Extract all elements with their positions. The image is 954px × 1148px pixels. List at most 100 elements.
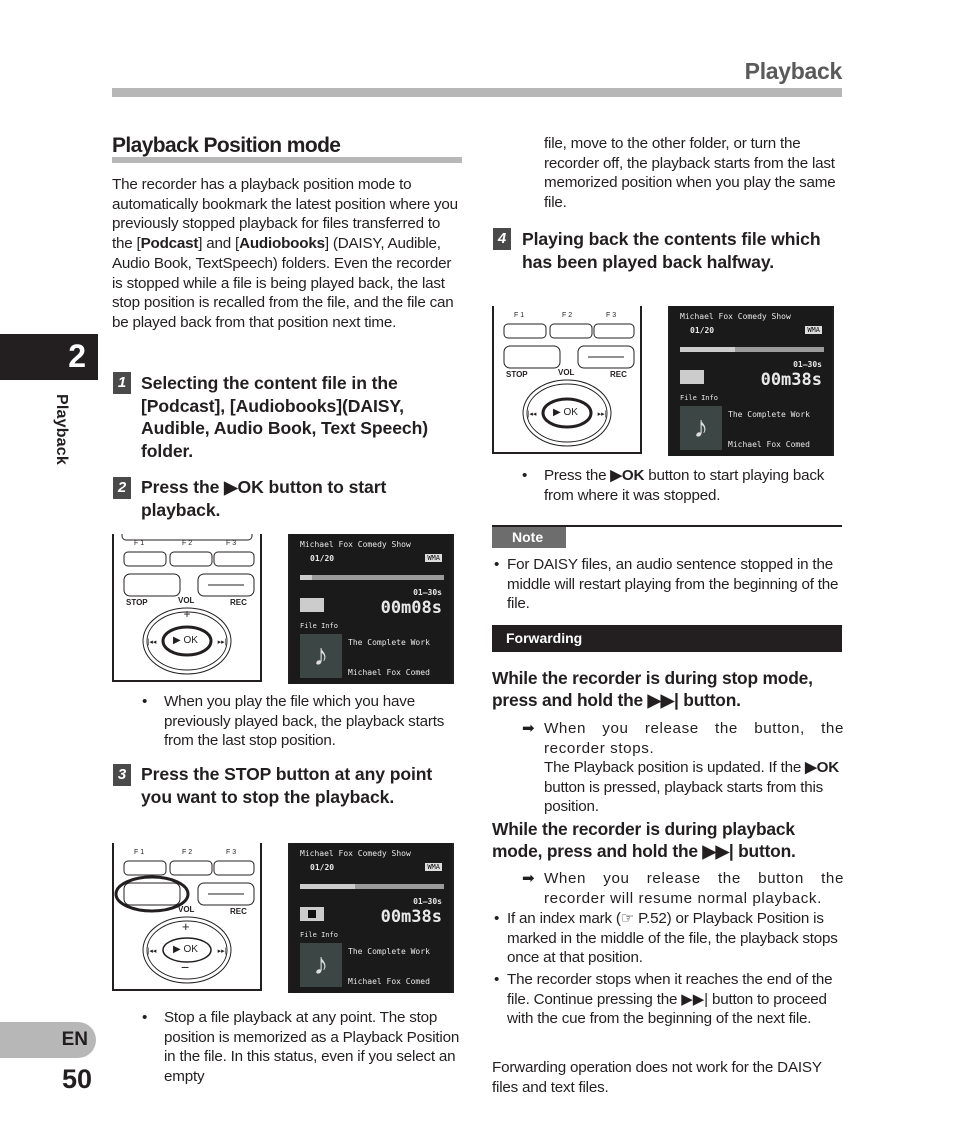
artist-name: Michael Fox Comed [728,440,810,449]
svg-text:▸▸|: ▸▸| [218,948,227,955]
file-info-label: File Info [300,931,338,939]
stop-label: STOP [126,598,148,607]
step-4-text: Playing back the contents file which has… [522,229,821,272]
arrow-icon: ➡ [522,870,535,887]
f3-label: F 3 [606,312,617,319]
elapsed-time: 00m08s [380,598,442,618]
rec-label: REC [230,907,247,916]
f2-label: F 2 [182,540,193,547]
format-badge: WMA [425,863,442,871]
chapter-number: 2 [68,338,86,374]
recorder-illustration: |◂◂ ▸▸| F 1 F 2 F 3 STOP VOL REC ▶ OK [492,306,642,454]
artist-name: Michael Fox Comed [348,977,430,986]
note-label: Note [492,527,566,548]
intro-text: ] and [ [198,235,240,253]
forwarding-bullet-1: If an index mark (☞ P.52) or Playback Po… [507,910,838,967]
vol-label: VOL [178,905,195,914]
play-state-icon [680,370,704,384]
svg-text:|◂◂: |◂◂ [148,639,157,646]
stop-mode-heading: While the recorder is during stop mode, … [492,668,813,710]
playback-mode-heading: While the recorder is during playback mo… [492,819,796,861]
forwarding-footer-note: Forwarding operation does not work for t… [492,1059,822,1096]
stop-mode-result-2: The Playback position is updated. If the… [544,759,839,816]
step-1-text: Selecting the content file in the [Podca… [141,373,429,461]
volume-up-label: + [182,919,190,934]
f3-label: F 3 [226,849,237,856]
bullet: • [494,971,500,988]
forwarding-header: Forwarding [492,625,842,652]
vol-label: VOL [178,596,195,605]
file-info-label: File Info [680,394,718,402]
folder-name: Michael Fox Comedy Show [300,849,411,858]
stop-state-icon [300,907,324,921]
progress-bar [680,347,824,352]
stop-key-label: STOP [224,764,271,784]
vol-label: VOL [558,368,575,377]
f2-label: F 2 [562,312,573,319]
language-tab: EN [0,1022,96,1058]
step-number: 1 [113,372,131,394]
header-rule [112,88,842,97]
music-note-icon: ♪ [300,943,342,987]
note-text: For DAISY files, an audio sentence stopp… [507,556,839,613]
step-3-continued-text: file, move to the other folder, or turn … [544,135,836,212]
svg-text:|◂◂: |◂◂ [148,948,157,955]
track-number: 01/20 [310,863,335,872]
chapter-label: Playback [53,394,70,465]
stop-label: STOP [506,370,528,379]
ok-key-label: ▶OK [805,759,839,776]
total-time: 01–30s [793,360,822,369]
bullet: • [494,910,500,927]
song-title: The Complete Work [728,410,810,419]
arrow-icon: ➡ [522,720,535,737]
step-number: 2 [113,477,131,499]
section-title: Playback Position mode [112,134,341,157]
svg-text:+: + [183,607,190,621]
folder-name: Michael Fox Comedy Show [300,540,411,549]
progress-bar [300,884,444,889]
running-header: Playback [744,58,843,84]
section-rule [112,157,462,163]
step-2-bullet-text: When you play the file which you have pr… [164,693,445,750]
progress-bar [300,575,444,580]
format-badge: WMA [425,554,442,562]
rec-label: REC [230,598,247,607]
svg-text:|◂◂: |◂◂ [528,411,537,418]
step-3-bullet-text: Stop a file playback at any point. The s… [164,1009,460,1086]
step-number: 3 [113,764,131,786]
ok-button-label: ▶ OK [173,635,198,646]
rec-label: REC [610,370,627,379]
format-badge: WMA [805,326,822,334]
volume-down-label: − [181,959,190,975]
lcd-screen: Michael Fox Comedy Show 01/20 WMA 01–30s… [668,306,834,456]
note-bullet: • [494,556,500,573]
chapter-tab: 2 [0,334,98,380]
f2-label: F 2 [182,849,193,856]
total-time: 01–30s [413,588,442,597]
step-2-text: Press the ▶OK button to start playback. [141,477,387,520]
song-title: The Complete Work [348,947,430,956]
language-label: EN [61,1029,88,1050]
step-4-bullet-text: Press the ▶OK button to start playing ba… [544,467,825,504]
artist-name: Michael Fox Comed [348,668,430,677]
f1-label: F 1 [134,849,145,856]
step-number: 4 [493,228,511,250]
ok-button-label: ▶ OK [553,407,578,418]
recorder-illustration: |◂◂ ▸▸| F 1 F 2 F 3 VOL REC + ▶ OK − [112,843,262,991]
music-note-icon: ♪ [680,406,722,450]
svg-text:▸▸|: ▸▸| [218,639,227,646]
elapsed-time: 00m38s [760,370,822,390]
stop-mode-result-1: When you release the button, the recorde… [544,720,844,757]
f1-label: F 1 [514,312,525,319]
recorder-illustration: + |◂◂ ▸▸| F 1 F 2 F 3 STOP VOL REC ▶ OK [112,529,262,682]
folder-name: Michael Fox Comedy Show [680,312,791,321]
podcast-term: Podcast [140,235,199,253]
f1-label: F 1 [134,540,145,547]
svg-text:▸▸|: ▸▸| [598,411,607,418]
file-info-label: File Info [300,622,338,630]
step-3-bullet: • [142,1009,148,1026]
playback-mode-result: When you release the button the recorder… [544,870,844,907]
total-time: 01–30s [413,897,442,906]
song-title: The Complete Work [348,638,430,647]
lcd-screen: Michael Fox Comedy Show 01/20 WMA 01–30s… [288,534,454,684]
